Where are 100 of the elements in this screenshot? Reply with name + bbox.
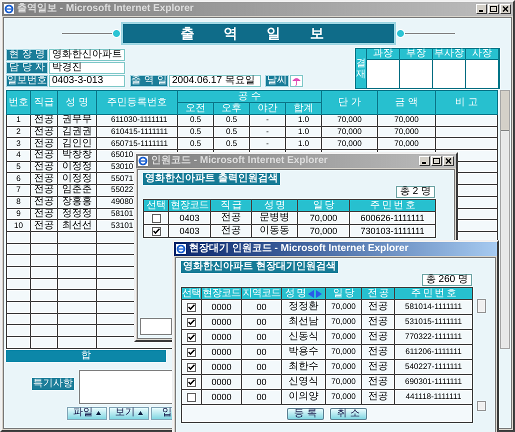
table-cell: 0.5 — [214, 115, 250, 127]
dialog-button[interactable]: 취 소 — [330, 408, 367, 420]
approval-header: 부사장 — [433, 49, 465, 60]
signature-box — [400, 60, 432, 88]
minimize-button[interactable] — [476, 4, 487, 14]
table-cell: 김인인 — [58, 138, 97, 150]
popup-heading: 영화한신아파트 출력인원검색 — [143, 173, 280, 185]
close-icon — [445, 158, 452, 164]
sort-arrows-icon[interactable] — [308, 290, 322, 298]
table-cell: 0.5 — [178, 126, 214, 138]
table-cell: 전공 — [31, 162, 58, 174]
checkbox[interactable] — [187, 378, 196, 386]
caret-icon — [96, 411, 101, 416]
column-header: 직급 — [31, 91, 58, 115]
table-cell: 0000 — [202, 360, 242, 375]
check-icon — [152, 228, 160, 234]
minimize-button[interactable] — [419, 156, 430, 166]
column-header: 일 당 — [332, 288, 354, 298]
close-button[interactable] — [443, 156, 454, 166]
table-cell: 00 — [242, 390, 282, 405]
table-cell: 441118-1111111 — [395, 390, 473, 405]
field-value: 0403-3-013 — [49, 75, 125, 87]
table-cell: 전공 — [31, 115, 58, 127]
table-cell — [58, 244, 97, 256]
table-cell: 70,000 — [326, 330, 362, 345]
browser-icon — [4, 4, 14, 14]
report-title: 출 역 일 보 — [121, 22, 396, 44]
field-label: 출 역 일 — [130, 75, 168, 87]
table-cell: 00 — [242, 360, 282, 375]
table-cell: 1.0 — [286, 115, 322, 127]
checkbox[interactable] — [152, 226, 160, 236]
dialog-button[interactable]: 등 록 — [287, 408, 324, 420]
table-cell: 전공 — [31, 138, 58, 150]
menu-button[interactable]: 파일 — [67, 406, 107, 420]
scrollbar[interactable] — [500, 90, 510, 349]
table-cell: 6 — [7, 173, 31, 186]
table-cell: 00 — [242, 330, 282, 345]
table-cell: 70,000 — [326, 315, 362, 330]
table-cell: 이정정 — [58, 162, 97, 174]
table-cell — [58, 232, 97, 244]
table-cell: 최선선 — [58, 220, 97, 232]
table-cell: 581014-1111111 — [395, 300, 473, 315]
table-cell: 1.0 — [286, 138, 322, 150]
checkbox[interactable] — [187, 318, 196, 326]
table-cell: 10 — [7, 220, 31, 232]
table-cell: 0.5 — [178, 115, 214, 127]
table-cell: 690301-1111111 — [395, 375, 473, 390]
column-header: 일 당 — [312, 200, 334, 210]
maximize-button[interactable] — [431, 156, 442, 166]
table-cell: 전공 — [31, 150, 58, 162]
popup-heading: 영화한신아파트 현장대기인원검색 — [181, 261, 338, 273]
remarks-label: 특기사항 — [32, 378, 74, 390]
browser-icon — [176, 244, 186, 254]
table-cell: 70,000 — [326, 390, 362, 405]
table-cell: 2 — [7, 126, 31, 138]
table-cell: 70,000 — [326, 300, 362, 315]
maximize-icon — [490, 6, 497, 12]
column-header: 번호 — [7, 91, 31, 115]
table-cell: - — [250, 138, 286, 150]
approval-header: 과장 — [367, 49, 399, 60]
table-cell: 00 — [242, 345, 282, 360]
table-cell: 1.0 — [286, 126, 322, 138]
menu-button[interactable]: 보기 — [109, 406, 149, 420]
checkbox[interactable] — [187, 332, 196, 342]
table-cell — [31, 325, 58, 338]
column-header: 단 가 — [322, 91, 378, 115]
table-cell: 4 — [7, 150, 31, 162]
table-cell: 70,000 — [326, 360, 362, 375]
column-header: 오전 — [178, 103, 214, 115]
table-cell: 전공 — [31, 173, 58, 186]
table-cell: 권무무 — [58, 115, 97, 127]
close-button[interactable] — [500, 4, 511, 14]
table-cell: 9 — [7, 208, 31, 220]
column-header: 주민등록번호 — [97, 91, 178, 115]
checkbox[interactable] — [187, 392, 196, 402]
table-cell: 전공 — [31, 185, 58, 197]
table-cell: 전공 — [362, 390, 395, 405]
approval-label: 결재 — [356, 49, 367, 88]
table-cell: 이동동 — [252, 225, 298, 238]
checkbox[interactable] — [152, 214, 160, 222]
signature-box — [466, 60, 498, 88]
table-cell — [436, 115, 498, 127]
table-cell: 531015-1111111 — [395, 315, 473, 330]
table-cell — [31, 278, 58, 290]
browser-icon — [138, 156, 148, 166]
column-header: 지역코드 — [242, 288, 280, 298]
field-label: 현 장 명 — [6, 49, 48, 61]
check-icon — [188, 319, 195, 325]
maximize-button[interactable] — [488, 4, 499, 14]
column-header: 성 명 — [58, 91, 97, 115]
table-cell — [436, 138, 498, 150]
checkbox[interactable] — [187, 302, 196, 312]
checkbox[interactable] — [187, 348, 196, 356]
table-cell: 전공 — [31, 196, 58, 208]
checkbox[interactable] — [187, 362, 196, 372]
table-cell: 전공 — [31, 126, 58, 138]
table-cell — [58, 314, 97, 326]
table-cell: 전공 — [211, 212, 252, 225]
table-cell: 8 — [7, 196, 31, 208]
check-icon — [188, 334, 195, 340]
